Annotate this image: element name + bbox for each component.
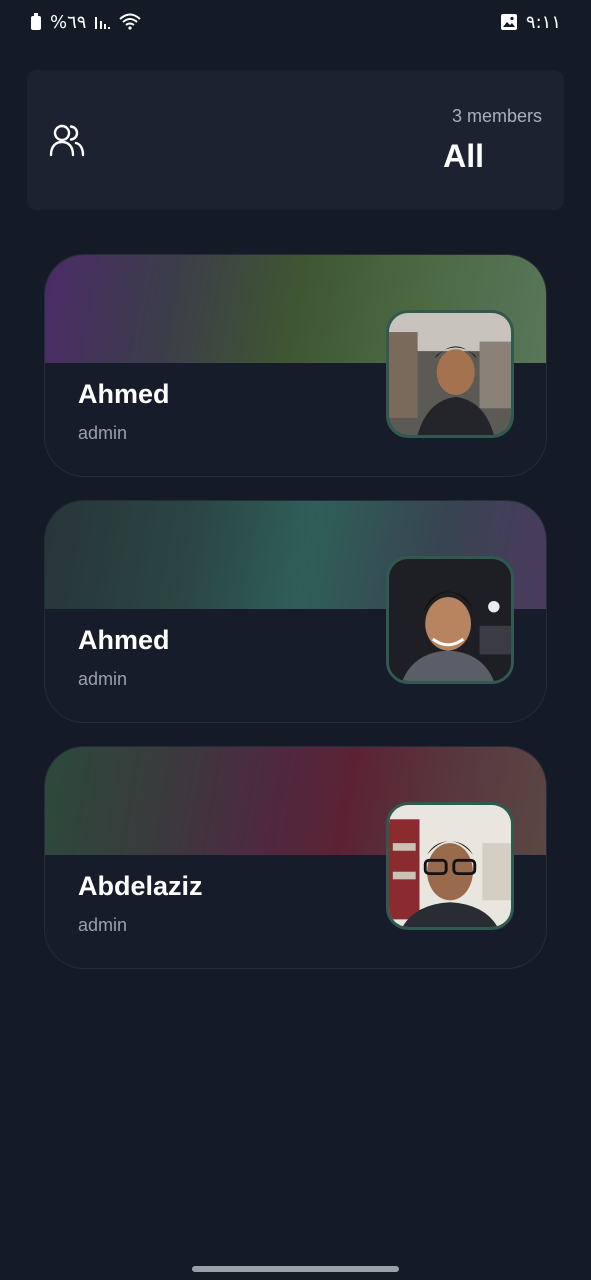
signal-icon: [95, 17, 111, 29]
avatar[interactable]: [386, 556, 514, 684]
status-left: %٦٩: [30, 12, 142, 33]
member-card[interactable]: Ahmed admin: [44, 254, 547, 477]
battery-icon: [31, 13, 41, 30]
battery-percentage: %٦٩: [50, 11, 87, 33]
avatar[interactable]: [386, 310, 514, 438]
group-title: All: [443, 138, 484, 174]
member-role: admin: [78, 669, 128, 689]
wifi-icon: [119, 13, 142, 30]
members-count: 3 members: [451, 106, 542, 126]
gallery-notification-icon: [500, 14, 517, 30]
group-header-card[interactable]: 3 members All: [27, 70, 564, 210]
member-card[interactable]: Abdelaziz admin: [44, 746, 547, 969]
avatar-photo-icon: [389, 805, 511, 927]
avatar[interactable]: [386, 802, 514, 930]
home-indicator[interactable]: [192, 1266, 399, 1272]
group-icon: [49, 124, 85, 157]
avatar-photo-icon: [389, 559, 511, 681]
member-name: Abdelaziz: [78, 871, 203, 901]
status-right: ٩:١١: [500, 12, 561, 33]
member-name: Ahmed: [78, 379, 170, 409]
member-role: admin: [78, 915, 128, 935]
member-card[interactable]: Ahmed admin: [44, 500, 547, 723]
member-role: admin: [78, 423, 128, 443]
member-name: Ahmed: [78, 625, 170, 655]
avatar-photo-icon: [389, 313, 511, 435]
status-time: ٩:١١: [525, 11, 561, 33]
status-bar: %٦٩ ٩:١١: [0, 0, 591, 44]
